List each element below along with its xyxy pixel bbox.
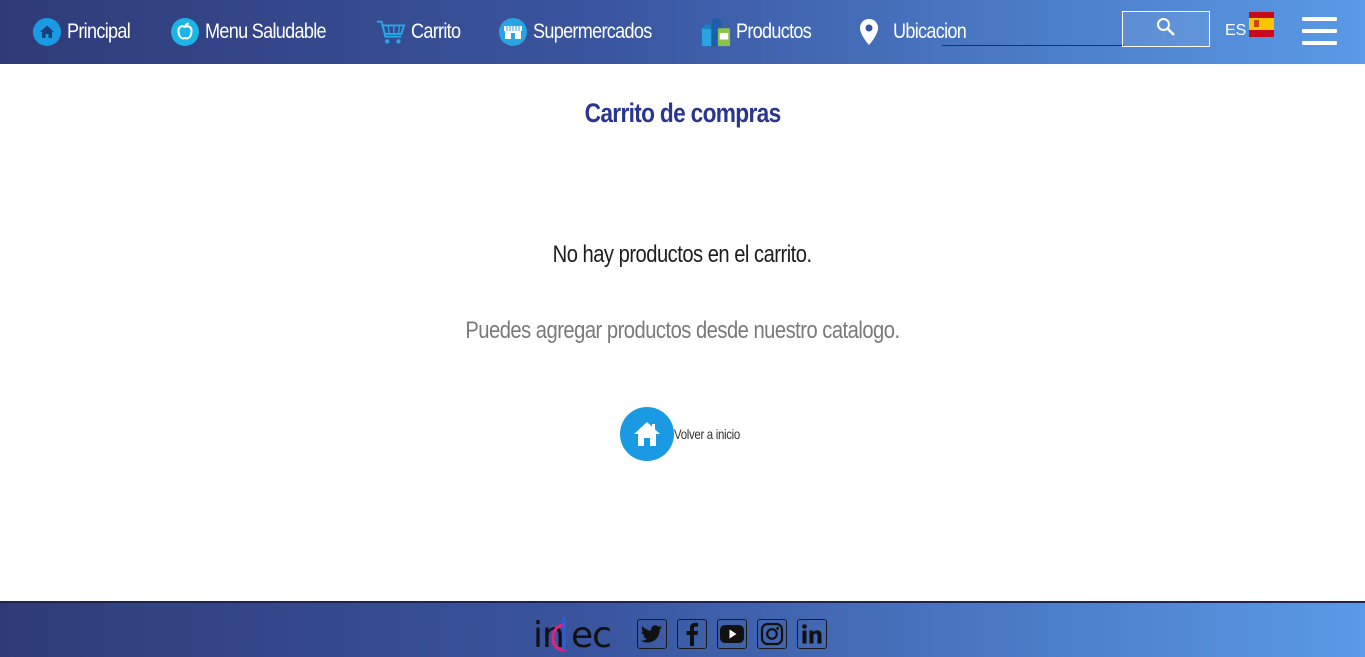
svg-text:ec: ec xyxy=(571,615,611,655)
catalog-hint-text: Puedes agregar productos desde nuestro c… xyxy=(465,317,900,344)
catalog-hint: Puedes agregar productos desde nuestro c… xyxy=(0,317,1365,345)
empty-cart-text: No hay productos en el carrito. xyxy=(553,241,812,268)
language-code: ES xyxy=(1225,22,1247,39)
nav-item-supermercados[interactable]: Supermercados xyxy=(498,0,671,64)
nav-item-menu-saludable[interactable]: Menu Saludable xyxy=(170,0,346,64)
menu-line xyxy=(1302,29,1337,33)
search-input[interactable] xyxy=(942,11,1122,45)
back-home-link[interactable]: Volver a inicio xyxy=(620,407,754,461)
nav-label: Carrito xyxy=(410,20,461,43)
top-navbar: Principal Menu Saludable Carrito Superme… xyxy=(0,0,1365,64)
menu-line xyxy=(1302,17,1337,21)
menu-line xyxy=(1302,41,1337,45)
back-home-label: Volver a inicio xyxy=(674,426,740,442)
hamburger-menu-button[interactable] xyxy=(1302,17,1337,47)
page-title-text: Carrito de compras xyxy=(584,98,782,128)
cart-icon xyxy=(376,17,406,47)
home-icon xyxy=(620,407,674,461)
products-icon xyxy=(701,17,731,47)
linkedin-icon[interactable] xyxy=(797,619,827,649)
facebook-icon[interactable] xyxy=(677,619,707,649)
apple-icon xyxy=(170,17,200,47)
nav-item-productos[interactable]: Productos xyxy=(701,0,823,64)
location-pin-icon xyxy=(854,17,884,47)
nav-item-carrito[interactable]: Carrito xyxy=(376,0,468,64)
search-box xyxy=(942,11,1210,47)
instagram-icon[interactable] xyxy=(757,619,787,649)
nav-label: Menu Saludable xyxy=(205,20,327,43)
nav-label: Principal xyxy=(67,20,131,43)
nav-label: Supermercados xyxy=(533,20,652,43)
search-button[interactable] xyxy=(1122,11,1210,47)
empty-cart-message: No hay productos en el carrito. xyxy=(0,241,1365,269)
search-underline xyxy=(942,45,1124,46)
spain-flag-icon xyxy=(1249,12,1275,37)
language-selector[interactable]: ES xyxy=(1225,12,1275,40)
nav-item-principal[interactable]: Principal xyxy=(32,0,140,64)
page-title: Carrito de compras xyxy=(0,98,1365,129)
youtube-icon[interactable] xyxy=(717,619,747,649)
footer: in ec xyxy=(0,601,1365,657)
twitter-icon[interactable] xyxy=(637,619,667,649)
home-icon xyxy=(32,17,62,47)
main-nav: Principal Menu Saludable Carrito Superme… xyxy=(0,0,1008,64)
indec-logo[interactable]: in ec xyxy=(533,613,633,655)
store-icon xyxy=(498,17,528,47)
search-icon xyxy=(1156,17,1176,42)
nav-label: Productos xyxy=(736,20,812,43)
